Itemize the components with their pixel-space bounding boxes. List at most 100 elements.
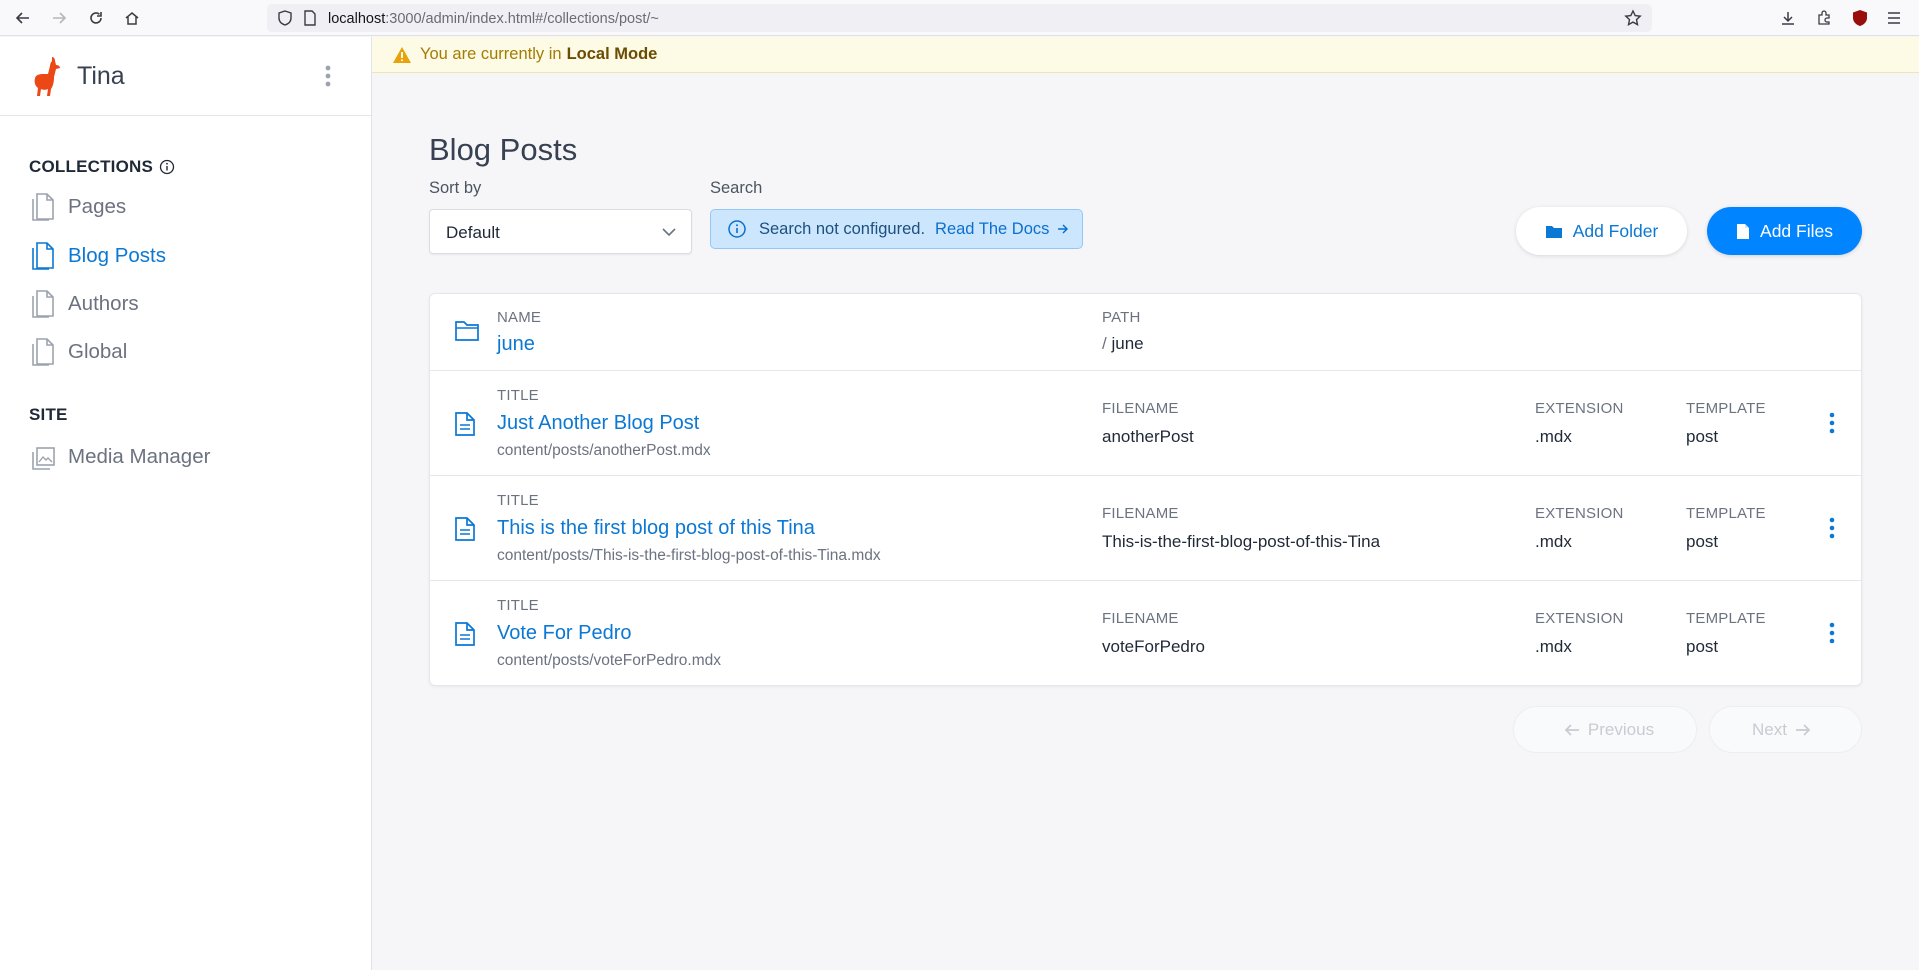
row-actions-icon[interactable] (1823, 409, 1841, 437)
search-not-configured: Search not configured. Read The Docs (710, 209, 1083, 249)
sort-select[interactable]: Default (429, 209, 692, 254)
sidebar-item-authors[interactable]: Authors (30, 288, 139, 320)
read-the-docs-link[interactable]: Read The Docs (935, 220, 1069, 239)
row-actions-icon[interactable] (1823, 619, 1841, 647)
search-label: Search (710, 179, 763, 197)
add-files-label: Add Files (1760, 220, 1833, 241)
document-text-icon (455, 412, 475, 436)
extension-value: .mdx (1535, 637, 1572, 656)
template-value: post (1686, 532, 1719, 551)
collections-heading: COLLECTIONS (29, 157, 175, 177)
folder-name-link[interactable]: june (497, 333, 535, 356)
file-icon (1737, 223, 1750, 239)
filename-header: FILENAME (1102, 610, 1179, 627)
document-path: content/posts/anotherPost.mdx (497, 442, 711, 459)
sidebar-item-label: Media Manager (68, 445, 211, 468)
extension-header: EXTENSION (1535, 610, 1624, 627)
sidebar-item-label: Authors (68, 292, 139, 315)
search-note-text: Search not configured. (759, 219, 926, 238)
chevron-down-icon (662, 228, 676, 237)
table-row[interactable]: TITLE Vote For Pedro content/posts/voteF… (430, 581, 1861, 685)
info-circle-icon (728, 220, 746, 238)
document-icon (32, 290, 54, 318)
home-icon[interactable] (121, 7, 143, 29)
local-mode-banner: You are currently in Local Mode (372, 37, 1919, 73)
path-header: PATH (1102, 309, 1141, 326)
document-title-link[interactable]: Vote For Pedro (497, 622, 632, 645)
document-icon (32, 193, 54, 221)
document-title-link[interactable]: Just Another Blog Post (497, 412, 699, 435)
sidebar-item-blog-posts[interactable]: Blog Posts (30, 240, 166, 272)
title-header: TITLE (497, 492, 539, 509)
sidebar: Tina COLLECTIONS Pages Blog Posts Author… (0, 37, 372, 970)
sidebar-item-label: Pages (68, 195, 127, 218)
sidebar-item-label: Blog Posts (68, 244, 166, 267)
extension-header: EXTENSION (1535, 505, 1624, 522)
add-folder-label: Add Folder (1572, 220, 1659, 241)
collections-label: COLLECTIONS (29, 157, 154, 176)
site-heading: SITE (29, 405, 68, 424)
sidebar-item-global[interactable]: Global (30, 336, 127, 368)
sidebar-item-media-manager[interactable]: Media Manager (30, 441, 210, 473)
folder-icon (455, 321, 479, 341)
title-header: TITLE (497, 387, 539, 404)
brand-header: Tina (0, 37, 371, 116)
read-the-docs-label: Read The Docs (935, 219, 1050, 238)
brand-name: Tina (77, 62, 125, 90)
document-icon (32, 242, 54, 270)
document-text-icon (455, 517, 475, 541)
ublock-icon[interactable] (1849, 7, 1871, 29)
next-label: Next (1752, 719, 1787, 739)
filename-header: FILENAME (1102, 400, 1179, 417)
images-icon (32, 447, 55, 470)
extensions-icon[interactable] (1813, 7, 1835, 29)
menu-icon[interactable] (1883, 7, 1905, 29)
template-value: post (1686, 637, 1719, 656)
folder-path: / june (1102, 334, 1144, 354)
template-header: TEMPLATE (1686, 505, 1766, 522)
next-button[interactable]: Next (1709, 706, 1862, 753)
filename-value: voteForPedro (1102, 637, 1205, 656)
page-icon (303, 10, 317, 26)
document-path: content/posts/voteForPedro.mdx (497, 652, 722, 669)
table-row[interactable]: TITLE This is the first blog post of thi… (430, 476, 1861, 581)
arrow-right-icon (1795, 723, 1811, 736)
table-row[interactable]: TITLE Just Another Blog Post content/pos… (430, 371, 1861, 476)
back-icon[interactable] (12, 7, 34, 29)
add-files-button[interactable]: Add Files (1707, 207, 1862, 255)
title-header: TITLE (497, 597, 539, 614)
banner-text: You are currently in (420, 45, 562, 63)
bookmark-star-icon[interactable] (1624, 9, 1642, 27)
extension-value: .mdx (1535, 427, 1572, 446)
sidebar-item-pages[interactable]: Pages (30, 191, 126, 223)
filename-header: FILENAME (1102, 505, 1179, 522)
add-folder-button[interactable]: Add Folder (1516, 207, 1687, 255)
info-icon[interactable] (159, 159, 175, 175)
previous-button[interactable]: Previous (1513, 706, 1697, 753)
folder-icon (1545, 225, 1562, 238)
filename-value: This-is-the-first-blog-post-of-this-Tina (1102, 532, 1381, 551)
page-title: Blog Posts (429, 132, 578, 167)
banner-mode: Local Mode (566, 45, 658, 63)
template-header: TEMPLATE (1686, 400, 1766, 417)
reload-icon[interactable] (85, 7, 107, 29)
previous-label: Previous (1587, 719, 1655, 739)
name-header: NAME (497, 309, 542, 326)
shield-icon[interactable] (277, 10, 293, 26)
arrow-right-icon (1058, 224, 1069, 234)
template-header: TEMPLATE (1686, 610, 1766, 627)
document-icon (32, 338, 54, 366)
forward-icon[interactable] (48, 7, 70, 29)
sidebar-more-icon[interactable] (318, 62, 338, 90)
row-actions-icon[interactable] (1823, 514, 1841, 542)
llama-logo-icon[interactable] (30, 55, 64, 97)
document-title-link[interactable]: This is the first blog post of this Tina (497, 517, 815, 540)
document-text-icon (455, 622, 475, 646)
url-text: localhost:3000/admin/index.html#/collect… (328, 11, 659, 27)
document-path: content/posts/This-is-the-first-blog-pos… (497, 547, 881, 564)
template-value: post (1686, 427, 1719, 446)
extension-value: .mdx (1535, 532, 1572, 551)
url-bar[interactable]: localhost:3000/admin/index.html#/collect… (267, 4, 1652, 32)
downloads-icon[interactable] (1777, 7, 1799, 29)
folder-row[interactable]: NAME june PATH / june (430, 294, 1861, 371)
